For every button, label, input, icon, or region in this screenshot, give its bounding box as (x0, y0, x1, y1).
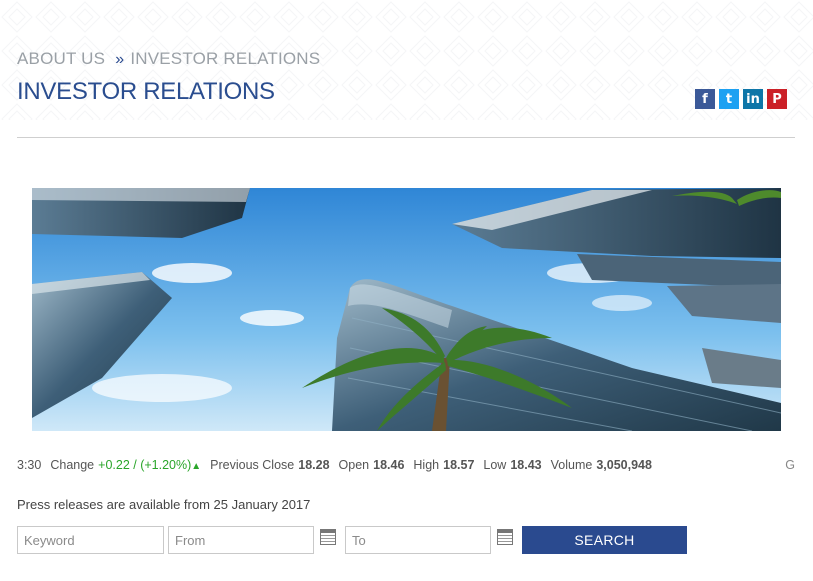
linkedin-icon[interactable]: in (743, 89, 763, 109)
ticker-open-value: 18.46 (373, 458, 405, 472)
header-divider (17, 137, 795, 138)
ticker-high-label: High (413, 458, 440, 472)
ticker-time: 3:30 (17, 458, 42, 472)
ticker-trailing-text: G (785, 458, 795, 472)
stock-ticker: 3:30 Change +0.22 / (+1.20%)▲ Previous Clos… (17, 458, 795, 476)
ticker-high-value: 18.57 (443, 458, 475, 472)
search-button[interactable]: SEARCH (522, 526, 687, 554)
breadcrumb-about-us[interactable]: ABOUT US (17, 49, 105, 68)
breadcrumb: ABOUT US » INVESTOR RELATIONS (17, 49, 320, 69)
twitter-icon[interactable]: t (719, 89, 739, 109)
ticker-change-label: Change (50, 458, 95, 472)
pinterest-icon[interactable]: P (767, 89, 787, 109)
up-arrow-icon: ▲ (191, 461, 202, 472)
hero-banner-image (32, 188, 781, 431)
page-title: INVESTOR RELATIONS (17, 78, 275, 105)
ticker-volume-label: Volume (550, 458, 593, 472)
ticker-open-label: Open (338, 458, 370, 472)
ticker-change-value: +0.22 / (+1.20%) (98, 458, 192, 472)
ticker-low-value: 18.43 (510, 458, 542, 472)
facebook-icon[interactable]: f (695, 89, 715, 109)
ticker-volume-value: 3,050,948 (596, 458, 652, 472)
ticker-prev-close-value: 18.28 (298, 458, 330, 472)
from-date-input[interactable] (168, 526, 314, 554)
to-date-input[interactable] (345, 526, 491, 554)
ticker-low-label: Low (483, 458, 507, 472)
press-releases-note: Press releases are available from 25 Jan… (17, 497, 311, 512)
breadcrumb-investor-relations[interactable]: INVESTOR RELATIONS (130, 49, 320, 68)
calendar-icon[interactable] (320, 529, 336, 545)
social-share-bar: f t in P (695, 89, 787, 109)
breadcrumb-separator-icon: » (115, 51, 125, 68)
calendar-icon[interactable] (497, 529, 513, 545)
ticker-prev-close-label: Previous Close (210, 458, 295, 472)
keyword-input[interactable] (17, 526, 164, 554)
